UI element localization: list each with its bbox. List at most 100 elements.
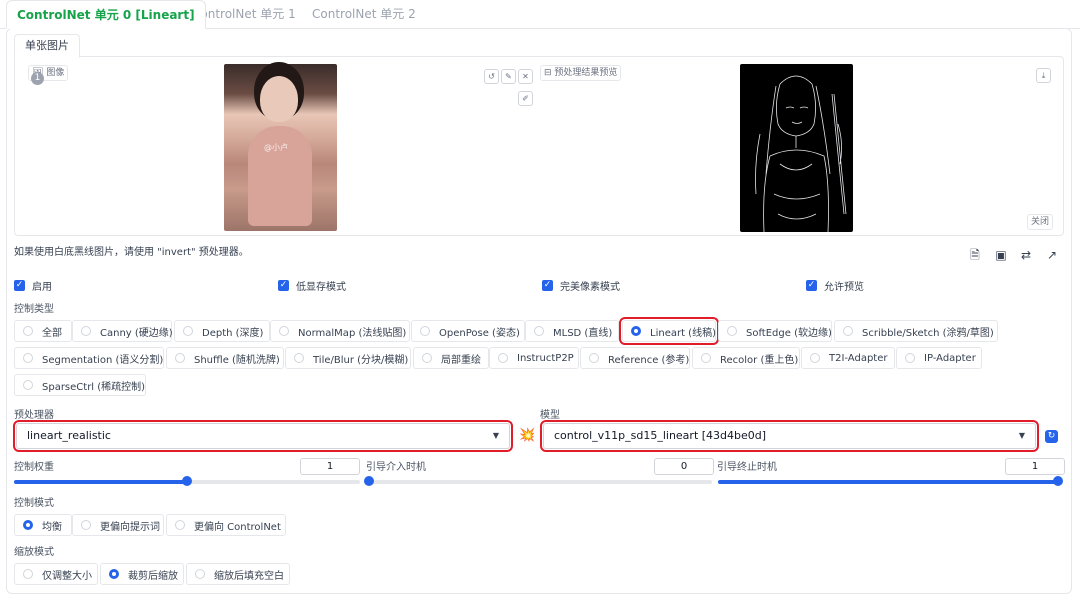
control-type-label: 控制类型 xyxy=(14,304,54,315)
control-type-option[interactable]: SparseCtrl (稀疏控制) xyxy=(14,374,146,396)
slider-handle[interactable] xyxy=(182,476,192,486)
photo-figure-body xyxy=(248,126,312,226)
control-type-option[interactable]: InstructP2P xyxy=(489,347,579,369)
ending-step-slider[interactable] xyxy=(718,476,1063,486)
preprocessor-value: lineart_realistic xyxy=(27,429,111,442)
radio-icon xyxy=(195,569,205,579)
control-type-option-label: Lineart (线稿) xyxy=(650,327,716,339)
control-type-option[interactable]: Scribble/Sketch (涂鸦/草图) xyxy=(834,320,998,342)
camera-icon[interactable]: ▣ xyxy=(994,248,1008,262)
radio-icon xyxy=(175,353,185,363)
radio-icon xyxy=(175,520,185,530)
preprocessor-result-image xyxy=(740,64,853,232)
slider-handle[interactable] xyxy=(364,476,374,486)
info-icon: 1 xyxy=(31,72,44,85)
control-type-option[interactable]: Segmentation (语义分割) xyxy=(14,347,164,369)
input-photo[interactable]: @小卢 xyxy=(224,64,337,231)
control-mode-option[interactable]: 更偏向 ControlNet xyxy=(166,514,286,536)
radio-icon xyxy=(422,353,432,363)
slider-handle[interactable] xyxy=(1053,476,1063,486)
radio-icon xyxy=(905,353,915,363)
control-type-option[interactable]: Tile/Blur (分块/模糊) xyxy=(285,347,411,369)
tab-controlnet-unit-0[interactable]: ControlNet 单元 0 [Lineart] xyxy=(6,0,206,29)
preprocessor-preview-button[interactable]: ⊟ 预处理结果预览 xyxy=(540,65,622,81)
enable-checkbox[interactable]: ✓ 启用 xyxy=(14,278,52,293)
radio-icon xyxy=(810,353,820,363)
control-type-option[interactable]: SoftEdge (软边缘) xyxy=(718,320,832,342)
control-type-option[interactable]: T2I-Adapter xyxy=(801,347,895,369)
radio-icon xyxy=(279,326,289,336)
control-type-option-label: MLSD (直线) xyxy=(553,327,613,339)
model-dropdown[interactable]: control_v11p_sd15_lineart [43d4be0d] ▼ xyxy=(540,420,1039,452)
radio-icon xyxy=(843,326,853,336)
tab-single-image[interactable]: 单张图片 xyxy=(14,34,80,58)
control-type-option[interactable]: 局部重绘 xyxy=(413,347,489,369)
invert-hint-text: 如果使用白底黑线图片，请使用 "invert" 预处理器。 xyxy=(14,247,249,258)
checkmark-icon: ✓ xyxy=(806,280,817,291)
resize-mode-option[interactable]: 仅调整大小 xyxy=(14,563,98,585)
control-mode-option[interactable]: 更偏向提示词 xyxy=(72,514,164,536)
download-icon[interactable]: ⤓ xyxy=(1036,68,1051,83)
pixel-perfect-label: 完美像素模式 xyxy=(560,282,620,293)
control-weight-slider[interactable] xyxy=(14,476,360,486)
control-type-option-label: Scribble/Sketch (涂鸦/草图) xyxy=(862,327,994,339)
image-area xyxy=(14,56,1064,236)
preview-icon: ⊟ xyxy=(544,68,552,78)
control-type-option[interactable]: OpenPose (姿态) xyxy=(411,320,525,342)
control-type-option[interactable]: NormalMap (法线贴图) xyxy=(270,320,410,342)
radio-selected-icon xyxy=(23,520,33,530)
control-type-option[interactable]: Recolor (重上色) xyxy=(692,347,800,369)
pixel-perfect-checkbox[interactable]: ✓ 完美像素模式 xyxy=(542,278,620,293)
edit-icon[interactable]: ✐ xyxy=(518,91,533,106)
document-icon[interactable]: 🗎 xyxy=(968,248,982,262)
control-type-option-label: InstructP2P xyxy=(517,352,574,364)
radio-icon xyxy=(23,569,33,579)
radio-icon xyxy=(589,353,599,363)
close-preview-button[interactable]: 关闭 xyxy=(1027,214,1054,230)
starting-step-slider[interactable] xyxy=(364,476,712,486)
tab-controlnet-unit-2[interactable]: ControlNet 单元 2 xyxy=(302,0,426,29)
run-preprocessor-icon[interactable]: 💥 xyxy=(519,429,535,443)
radio-icon xyxy=(23,326,33,336)
allow-preview-checkbox[interactable]: ✓ 允许预览 xyxy=(806,278,864,293)
starting-step-input[interactable]: 0 xyxy=(654,458,714,475)
control-mode-option-selected[interactable]: 均衡 xyxy=(14,514,72,536)
control-type-option-selected[interactable]: Lineart (线稿) xyxy=(619,317,719,345)
refresh-icon[interactable]: ↻ xyxy=(1045,430,1058,443)
ending-step-input[interactable]: 1 xyxy=(1005,458,1065,475)
resize-mode-option[interactable]: 缩放后填充空白 xyxy=(186,563,290,585)
control-type-option[interactable]: IP-Adapter xyxy=(896,347,982,369)
checkmark-icon: ✓ xyxy=(542,280,553,291)
control-type-option-label: SparseCtrl (稀疏控制) xyxy=(42,381,146,393)
control-type-option[interactable]: Shuffle (随机洗牌) xyxy=(166,347,284,369)
control-type-option[interactable]: 全部 xyxy=(14,320,72,342)
control-type-option[interactable]: MLSD (直线) xyxy=(525,320,619,342)
low-vram-checkbox[interactable]: ✓ 低显存模式 xyxy=(278,278,346,293)
radio-icon xyxy=(727,326,737,336)
radio-icon xyxy=(23,380,33,390)
chevron-down-icon: ▼ xyxy=(1018,431,1025,440)
close-icon[interactable]: ✕ xyxy=(518,69,533,84)
radio-selected-icon xyxy=(631,326,641,336)
undo-icon[interactable]: ↺ xyxy=(484,69,499,84)
slider-fill xyxy=(718,480,1058,484)
control-weight-input[interactable]: 1 xyxy=(300,458,360,475)
control-type-option[interactable]: Depth (深度) xyxy=(174,320,270,342)
radio-icon xyxy=(183,326,193,336)
model-label: 模型 xyxy=(540,410,560,421)
radio-icon xyxy=(81,326,91,336)
send-dimensions-icon[interactable]: ↗ xyxy=(1045,248,1059,262)
preprocessor-preview-label: 预处理结果预览 xyxy=(554,68,618,78)
control-type-option-label: Depth (深度) xyxy=(202,327,264,339)
low-vram-label: 低显存模式 xyxy=(296,282,346,293)
resize-mode-option-label: 仅调整大小 xyxy=(42,570,92,582)
control-type-option[interactable]: Reference (参考) xyxy=(580,347,690,369)
brush-icon[interactable]: ✎ xyxy=(501,69,516,84)
preprocessor-dropdown[interactable]: lineart_realistic ▼ xyxy=(13,420,513,452)
control-type-option-label: IP-Adapter xyxy=(924,352,976,364)
control-type-option-label: Shuffle (随机洗牌) xyxy=(194,354,280,366)
resize-mode-option-selected[interactable]: 裁剪后缩放 xyxy=(100,563,184,585)
swap-icon[interactable]: ⇄ xyxy=(1019,248,1033,262)
control-mode-option-label: 均衡 xyxy=(42,521,62,533)
control-type-option[interactable]: Canny (硬边缘) xyxy=(72,320,173,342)
